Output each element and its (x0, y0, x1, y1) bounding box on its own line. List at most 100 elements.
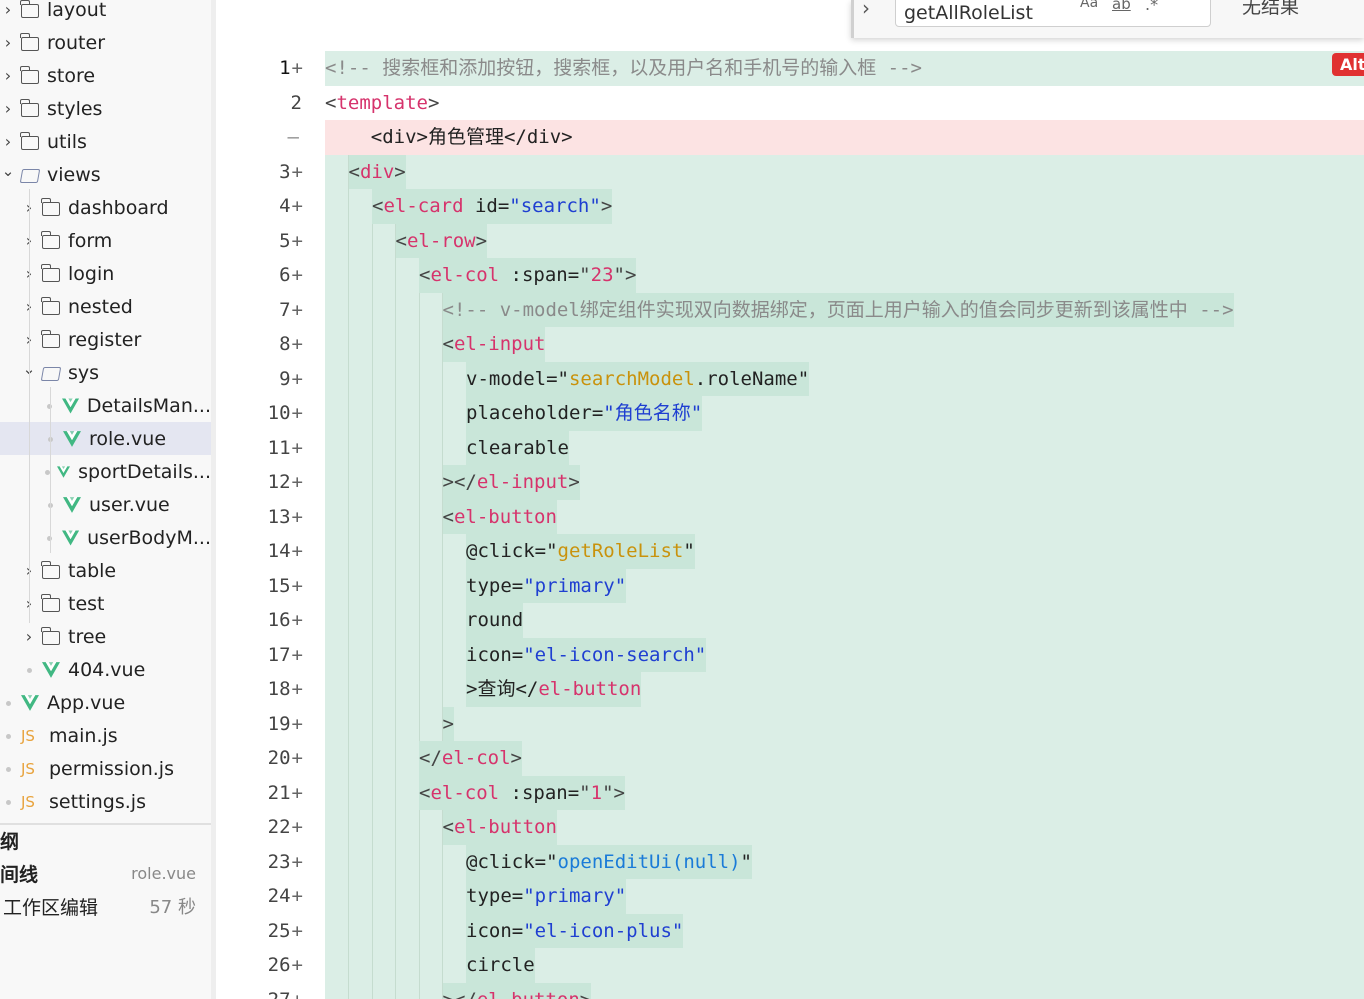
timeline-panel-header[interactable]: 间线 role.vue (0, 857, 211, 889)
tree-item[interactable]: ›test (0, 587, 211, 620)
code-text[interactable]: <template> (325, 86, 1364, 121)
code-text[interactable]: ></el-button> (325, 982, 1364, 999)
code-text[interactable]: <!-- 搜索框和添加按钮，搜索框，以及用户名和手机号的输入框 --> (325, 51, 1364, 86)
tree-item[interactable]: JS settings.js (0, 785, 211, 818)
indent-guide (395, 465, 396, 500)
code-text[interactable]: <el-col :span="1"> (325, 775, 1364, 810)
tree-item[interactable]: userBodyM... (0, 521, 211, 554)
tree-item[interactable]: › router (0, 26, 211, 59)
code-text[interactable]: round (325, 603, 1364, 638)
chevron-right-icon[interactable]: › (862, 0, 870, 20)
tree-item[interactable]: › utils (0, 125, 211, 158)
code-text[interactable]: ></el-input> (325, 465, 1364, 500)
code-text[interactable]: <el-card id="search"> (325, 189, 1364, 224)
tree-item[interactable]: ›table (0, 554, 211, 587)
code-text[interactable]: icon="el-icon-search" (325, 637, 1364, 672)
tree-item[interactable]: › store (0, 59, 211, 92)
code-text[interactable]: <!-- v-model绑定组件实现双向数据绑定，页面上用户输入的值会同步更新到… (325, 292, 1364, 327)
code-line: 27+ ></el-button> (216, 982, 1364, 999)
code-text[interactable]: type="primary" (325, 568, 1364, 603)
tree-item[interactable]: › layout (0, 0, 211, 26)
line-number: 5+ (216, 224, 320, 259)
code-text[interactable]: </el-col> (325, 741, 1364, 776)
line-number-text: 24 (267, 885, 291, 907)
tree-item[interactable]: App.vue (0, 686, 211, 719)
code-text[interactable]: <el-row> (325, 223, 1364, 258)
code-text[interactable]: placeholder="角色名称" (325, 396, 1364, 431)
code-text[interactable]: type="primary" (325, 879, 1364, 914)
match-case-toggle[interactable]: Aa (1080, 0, 1098, 11)
timeline-entry[interactable]: 工作区编辑 57 秒 (0, 890, 211, 922)
code-text[interactable]: <el-button (325, 810, 1364, 845)
tree-item[interactable]: ⌄ views (0, 158, 211, 191)
tree-item[interactable]: › styles (0, 92, 211, 125)
line-number: 18+ (216, 672, 320, 707)
tree-item[interactable]: ⌄sys (0, 356, 211, 389)
tree-item[interactable]: ›register (0, 323, 211, 356)
tree-item[interactable]: ›form (0, 224, 211, 257)
code-token: :span= (499, 781, 580, 804)
code-token: searchModel (568, 367, 695, 390)
tree-item[interactable]: ›dashboard (0, 191, 211, 224)
added-line-marker: + (291, 471, 303, 493)
indent-guide (418, 534, 420, 569)
tree-item[interactable]: JS permission.js (0, 752, 211, 785)
chevron-right-icon: › (4, 99, 12, 118)
code-text[interactable]: <div>角色管理</div> (325, 120, 1364, 155)
code-text[interactable]: > (325, 706, 1364, 741)
tree-item[interactable]: 404.vue (0, 653, 211, 686)
code-content: <div> (348, 154, 406, 189)
bullet-icon (0, 791, 16, 813)
code-text[interactable]: icon="el-icon-plus" (325, 913, 1364, 948)
line-number-text: 7 (279, 298, 291, 321)
indent-guide (418, 499, 420, 534)
outline-panel-header[interactable]: 纲 (0, 824, 211, 856)
regex-toggle[interactable]: .* (1145, 0, 1158, 14)
code-token: > (580, 989, 591, 999)
find-input[interactable] (895, 0, 1211, 27)
code-text[interactable]: clearable (325, 430, 1364, 465)
tree-item[interactable]: sportDetails... (0, 455, 211, 488)
code-line: 2 <template> (216, 86, 1364, 121)
code-token: " (579, 264, 591, 286)
code-text[interactable]: <el-col :span="23"> (325, 258, 1364, 293)
line-number: 2 (216, 86, 320, 121)
code-text[interactable]: @click="openEditUi(null)" (325, 844, 1364, 879)
code-text[interactable]: >查询</el-button (325, 672, 1364, 707)
code-token: template (336, 91, 428, 114)
tree-item[interactable]: DetailsMan... (0, 389, 211, 422)
indent-guide (348, 672, 349, 707)
code-token: circle (466, 954, 535, 976)
code-content: icon="el-icon-search" (466, 637, 707, 672)
code-token: < (442, 333, 454, 355)
code-token: > (475, 229, 488, 252)
code-token: type= (466, 885, 524, 907)
code-text[interactable]: circle (325, 948, 1364, 983)
code-text[interactable]: <el-button (325, 499, 1364, 534)
code-token: icon= (466, 919, 524, 942)
chevron-up-icon[interactable]: ⌃ (1332, 0, 1349, 14)
code-text[interactable]: <el-input (325, 327, 1364, 362)
alt-badge: Alt (1332, 53, 1364, 76)
tree-item[interactable]: user.vue (0, 488, 211, 521)
indent-guide (395, 292, 396, 327)
tree-item[interactable]: role.vue (0, 422, 211, 455)
code-text[interactable]: <div> (325, 154, 1364, 189)
tree-item[interactable]: JS main.js (0, 719, 211, 752)
line-number-text: 19 (267, 712, 291, 735)
indent-guide (371, 327, 373, 362)
code-text[interactable]: v-model="searchModel.roleName" (325, 361, 1364, 396)
indent-guide (371, 396, 373, 431)
added-line-marker: + (291, 298, 303, 321)
code-line: 1+ <!-- 搜索框和添加按钮，搜索框，以及用户名和手机号的输入框 --> (216, 51, 1364, 86)
code-line: 24+ type="primary" (216, 879, 1364, 914)
line-number-text: 2 (290, 91, 302, 114)
code-content: <template> (325, 86, 439, 121)
code-token: >查询</ (466, 678, 539, 700)
tree-item[interactable]: › tree (0, 620, 211, 653)
whole-word-toggle[interactable]: ab (1112, 0, 1131, 13)
code-text[interactable]: @click="getRoleList" (325, 534, 1364, 569)
tree-item[interactable]: ›login (0, 257, 211, 290)
tree-item[interactable]: ›nested (0, 290, 211, 323)
code-editor[interactable]: 1+ <!-- 搜索框和添加按钮，搜索框，以及用户名和手机号的输入框 --> 2 <t… (216, 0, 1364, 999)
